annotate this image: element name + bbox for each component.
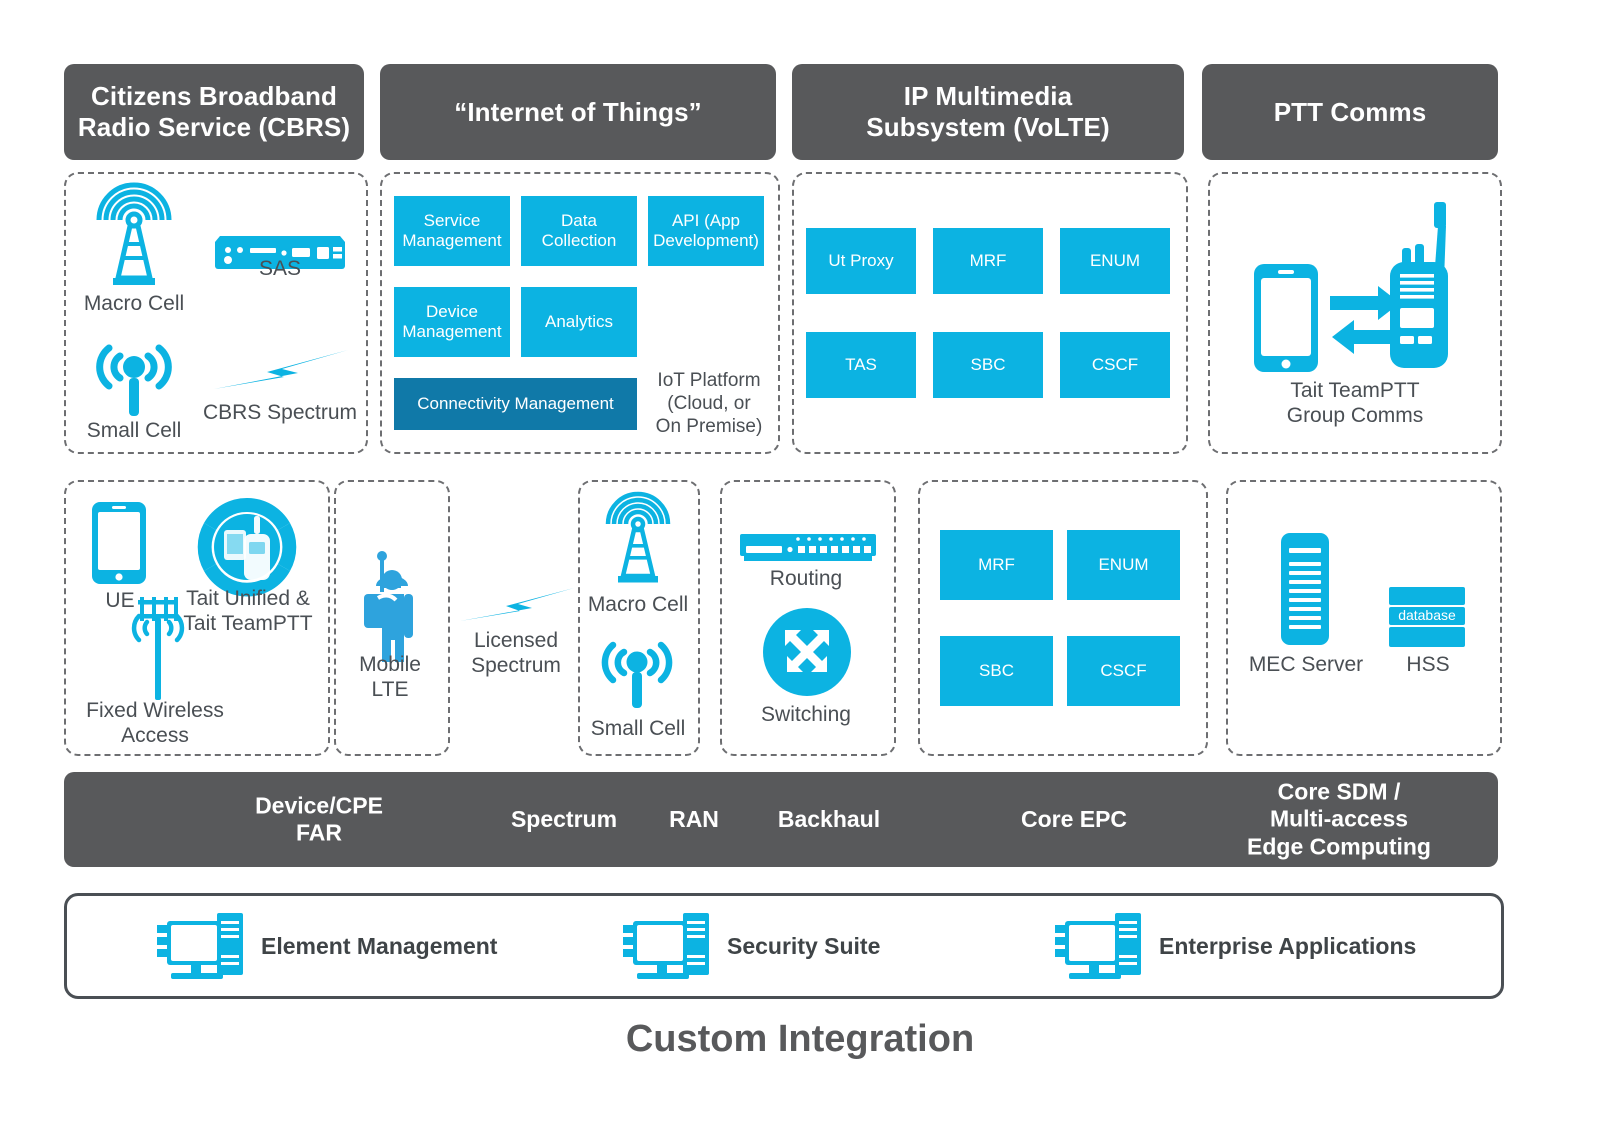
iot-box-connectivity-management[interactable]: Connectivity Management <box>394 378 637 430</box>
page-title: Custom Integration <box>625 1018 975 1060</box>
service-label-element-management: Element Management <box>261 932 498 959</box>
workstation-icon <box>157 911 245 981</box>
service-label-security-suite: Security Suite <box>727 932 881 959</box>
panel-core-epc <box>918 480 1208 756</box>
header-iot: “Internet of Things” <box>380 64 776 160</box>
layer-band: Device/CPE FAR Spectrum RAN Backhaul Core… <box>64 772 1498 867</box>
services-bar: Element Management Security Suite Enterp… <box>64 893 1504 999</box>
sas-label: SAS <box>258 257 302 280</box>
mobile-lte-label: Mobile LTE <box>359 653 421 702</box>
epc-box-sbc[interactable]: SBC <box>940 636 1053 706</box>
switching-icon <box>763 608 851 696</box>
epc-box-enum[interactable]: ENUM <box>1067 530 1180 600</box>
header-ptt: PTT Comms <box>1202 64 1498 160</box>
iot-box-service-management[interactable]: Service Management <box>394 196 510 266</box>
cbrs-spectrum-label: CBRS Spectrum <box>202 401 358 424</box>
fwa-label: Fixed Wireless Access <box>86 699 224 748</box>
two-way-radio-icon <box>1382 200 1458 372</box>
ims-box-mrf[interactable]: MRF <box>933 228 1043 294</box>
smartphone-icon <box>1252 262 1320 374</box>
cbrs-spectrum-icon <box>210 345 350 393</box>
iot-box-analytics[interactable]: Analytics <box>521 287 637 357</box>
ran-macro-cell-icon <box>596 491 680 586</box>
workstation-icon <box>623 911 711 981</box>
tait-unified-teamptt-icon <box>196 496 298 598</box>
switching-label: Switching <box>761 703 851 726</box>
mec-server-icon <box>1280 532 1330 646</box>
macro-cell-label: Macro Cell <box>83 292 185 315</box>
routing-switch-icon <box>738 530 878 566</box>
panel-ims <box>792 172 1188 454</box>
ran-small-cell-icon <box>600 628 674 710</box>
routing-label: Routing <box>769 567 843 590</box>
iot-box-api-app-development[interactable]: API (App Development) <box>648 196 764 266</box>
small-cell-icon <box>95 330 173 416</box>
ims-box-ut-proxy[interactable]: Ut Proxy <box>806 228 916 294</box>
licensed-spectrum-icon <box>458 584 576 624</box>
ims-box-sbc[interactable]: SBC <box>933 332 1043 398</box>
hss-label: HSS <box>1406 653 1450 676</box>
iot-box-data-collection[interactable]: Data Collection <box>521 196 637 266</box>
ims-box-tas[interactable]: TAS <box>806 332 916 398</box>
diagram-canvas: Citizens Broadband Radio Service (CBRS) “… <box>0 0 1600 1132</box>
service-label-enterprise-applications: Enterprise Applications <box>1159 932 1417 959</box>
hss-db-tag: database <box>1398 607 1456 623</box>
band-label-backhaul: Backhaul <box>777 805 881 832</box>
mobile-lte-worker-icon <box>352 550 430 662</box>
hss-database-icon: database <box>1388 586 1466 648</box>
band-label-core-sdm-mec: Core SDM / Multi-access Edge Computing <box>1247 778 1431 860</box>
epc-box-mrf[interactable]: MRF <box>940 530 1053 600</box>
iot-platform-caption: IoT Platform (Cloud, or On Premise) <box>655 370 763 437</box>
band-label-device-cpe-far: Device/CPE FAR <box>255 791 383 846</box>
ran-small-cell-label: Small Cell <box>590 717 686 740</box>
tait-label: Tait Unified & Tait TeamPTT <box>183 587 313 636</box>
mec-server-label: MEC Server <box>1248 653 1364 676</box>
ue-phone-icon <box>90 500 148 586</box>
iot-box-device-management[interactable]: Device Management <box>394 287 510 357</box>
ims-box-cscf[interactable]: CSCF <box>1060 332 1170 398</box>
ims-box-enum[interactable]: ENUM <box>1060 228 1170 294</box>
licensed-spectrum-label: Licensed Spectrum <box>471 629 561 678</box>
small-cell-label: Small Cell <box>86 419 182 442</box>
ptt-caption: Tait TeamPTT Group Comms <box>1286 379 1424 428</box>
header-ims: IP Multimedia Subsystem (VoLTE) <box>792 64 1184 160</box>
workstation-icon <box>1055 911 1143 981</box>
header-cbrs: Citizens Broadband Radio Service (CBRS) <box>64 64 364 160</box>
service-element-management[interactable]: Element Management <box>157 896 497 996</box>
fixed-wireless-access-icon <box>124 592 192 702</box>
macro-cell-icon <box>88 182 180 288</box>
service-enterprise-applications[interactable]: Enterprise Applications <box>1055 896 1416 996</box>
band-label-core-epc: Core EPC <box>1020 805 1128 832</box>
service-security-suite[interactable]: Security Suite <box>623 896 880 996</box>
epc-box-cscf[interactable]: CSCF <box>1067 636 1180 706</box>
ran-macro-cell-label: Macro Cell <box>587 593 689 616</box>
